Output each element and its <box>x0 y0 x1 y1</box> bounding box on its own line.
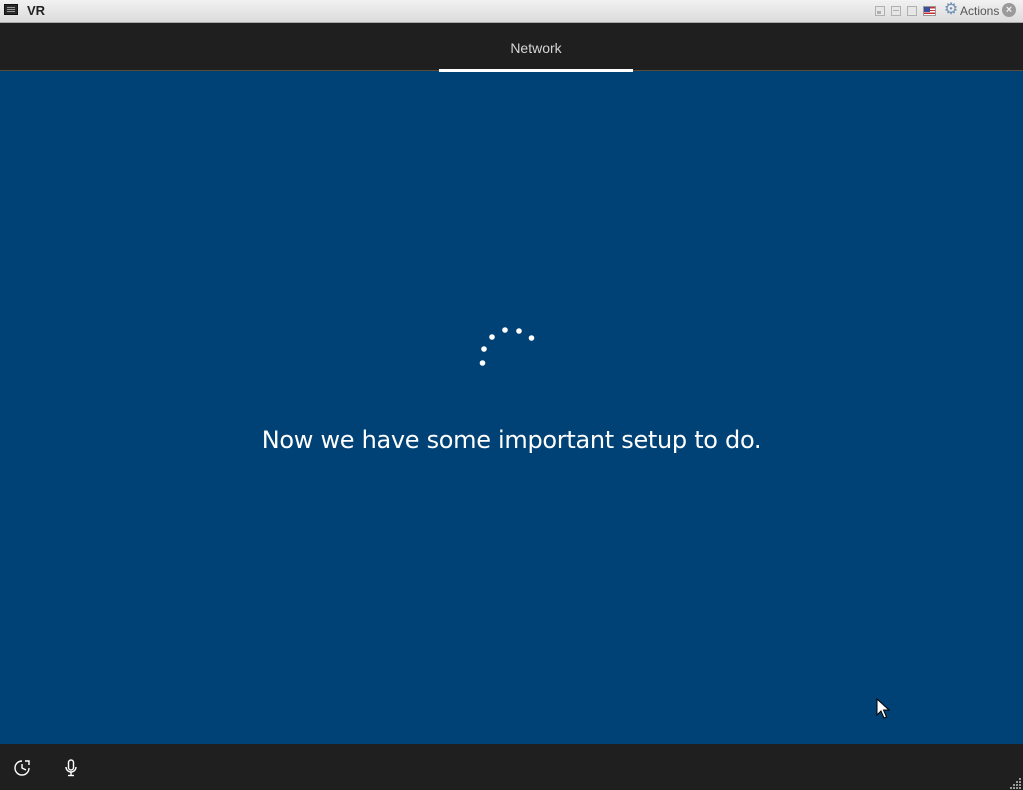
window-title: VR <box>27 3 46 18</box>
setup-footer <box>0 744 1023 790</box>
tab-network: Network <box>510 40 562 56</box>
app-icon <box>4 4 18 15</box>
setup-message: Now we have some important setup to do. <box>261 426 762 454</box>
setup-main-area <box>0 72 1023 744</box>
gear-icon[interactable]: ⚙ <box>943 2 959 18</box>
loading-dots-icon <box>479 327 535 366</box>
resize-grip-icon[interactable] <box>1008 775 1022 789</box>
maximize-icon[interactable] <box>907 6 917 16</box>
vm-window: VR ⚙ Actions × Network Now we have some … <box>0 0 1023 790</box>
minimize-icon[interactable] <box>875 6 885 16</box>
mouse-cursor-icon <box>876 698 890 719</box>
microphone-icon[interactable] <box>61 758 81 778</box>
ease-of-access-icon[interactable] <box>12 758 32 778</box>
us-flag-icon[interactable] <box>923 6 936 16</box>
restore-icon[interactable] <box>891 6 901 16</box>
setup-header: Network <box>0 23 1023 71</box>
window-titlebar: VR ⚙ Actions × <box>0 0 1023 23</box>
actions-menu-button[interactable]: Actions <box>960 4 999 18</box>
close-icon[interactable]: × <box>1002 3 1016 17</box>
